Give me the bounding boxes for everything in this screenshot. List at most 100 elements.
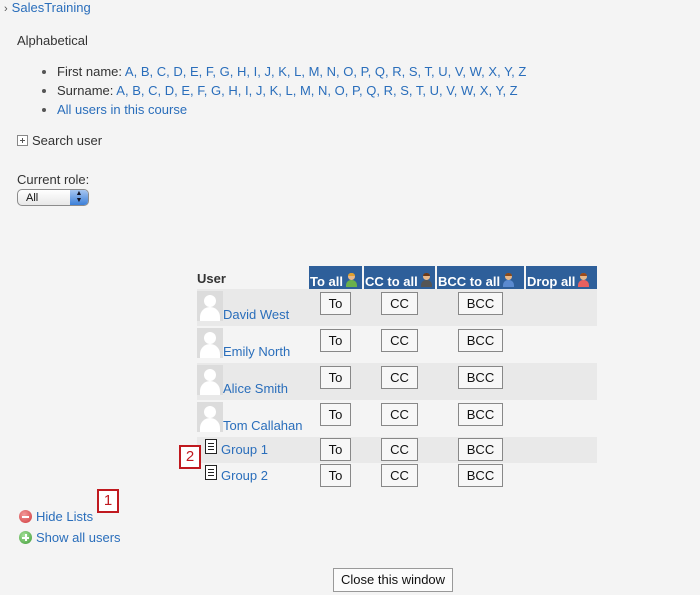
- first-name-letter-x[interactable]: X: [488, 64, 497, 79]
- surname-letter-n[interactable]: N: [318, 83, 327, 98]
- letter-separator: ,: [133, 64, 141, 79]
- bcc-button[interactable]: BCC: [457, 438, 504, 461]
- to-button[interactable]: To: [319, 292, 352, 315]
- breadcrumb-link-salestraining[interactable]: SalesTraining: [12, 0, 91, 15]
- first-name-letter-u[interactable]: U: [438, 64, 447, 79]
- letter-separator: ,: [453, 83, 461, 98]
- first-name-letter-r[interactable]: R: [392, 64, 401, 79]
- letter-separator: ,: [182, 64, 190, 79]
- user-name-link[interactable]: Alice Smith: [223, 381, 288, 396]
- first-name-letter-q[interactable]: Q: [375, 64, 385, 79]
- first-name-letter-c[interactable]: C: [157, 64, 166, 79]
- letter-separator: ,: [462, 64, 470, 79]
- bcc-button[interactable]: BCC: [457, 366, 504, 389]
- surname-letter-u[interactable]: U: [430, 83, 439, 98]
- bcc-button[interactable]: BCC: [457, 403, 504, 426]
- person-red-icon: [577, 273, 590, 287]
- minus-circle-icon[interactable]: [19, 510, 32, 523]
- avatar: [197, 291, 223, 321]
- surname-letter-k[interactable]: K: [270, 83, 279, 98]
- surname-letter-q[interactable]: Q: [366, 83, 376, 98]
- to-button[interactable]: To: [319, 366, 352, 389]
- first-name-letter-h[interactable]: H: [237, 64, 246, 79]
- first-name-letter-d[interactable]: D: [173, 64, 182, 79]
- surname-letter-v[interactable]: V: [446, 83, 453, 98]
- surname-letter-l[interactable]: L: [285, 83, 292, 98]
- bcc-to-all-header[interactable]: BCC to all: [435, 266, 525, 289]
- to-button[interactable]: To: [319, 403, 352, 426]
- plus-circle-icon[interactable]: [19, 531, 32, 544]
- surname-letter-m[interactable]: M: [300, 83, 311, 98]
- surname-letter-r[interactable]: R: [384, 83, 393, 98]
- surname-letter-e[interactable]: E: [181, 83, 190, 98]
- first-name-letter-o[interactable]: O: [343, 64, 353, 79]
- first-name-letter-z[interactable]: Z: [518, 64, 526, 79]
- first-name-letter-b[interactable]: B: [141, 64, 150, 79]
- cc-button[interactable]: CC: [381, 403, 418, 426]
- drop-all-header[interactable]: Drop all: [524, 266, 597, 289]
- first-name-label: First name:: [57, 64, 123, 79]
- surname-letter-a[interactable]: A: [116, 83, 125, 98]
- user-name-link[interactable]: Tom Callahan: [223, 418, 303, 433]
- surname-letter-h[interactable]: H: [228, 83, 237, 98]
- surname-letter-z[interactable]: Z: [510, 83, 518, 98]
- all-users-item: All users in this course: [57, 100, 526, 119]
- table-row: Alice Smith To CC BCC: [197, 363, 597, 400]
- cc-to-all-header[interactable]: CC to all: [362, 266, 436, 289]
- surname-letter-o[interactable]: O: [335, 83, 345, 98]
- cc-button[interactable]: CC: [381, 464, 418, 487]
- first-name-letter-g[interactable]: G: [220, 64, 230, 79]
- first-name-letter-n[interactable]: N: [327, 64, 336, 79]
- cc-button[interactable]: CC: [381, 438, 418, 461]
- group-name-link[interactable]: Group 1: [221, 442, 268, 457]
- first-name-filter: First name: A, B, C, D, E, F, G, H, I, J…: [57, 62, 526, 81]
- hide-lists-link[interactable]: Hide Lists: [36, 509, 93, 524]
- search-user-toggle[interactable]: Search user: [17, 133, 102, 148]
- surname-letter-p[interactable]: P: [352, 83, 359, 98]
- first-name-letter-k[interactable]: K: [278, 64, 287, 79]
- first-name-letter-m[interactable]: M: [309, 64, 320, 79]
- cc-button[interactable]: CC: [381, 329, 418, 352]
- to-button[interactable]: To: [319, 438, 352, 461]
- bcc-button[interactable]: BCC: [457, 329, 504, 352]
- table-row: Emily North To CC BCC: [197, 326, 597, 363]
- surname-letter-b[interactable]: B: [132, 83, 141, 98]
- first-name-letter-s[interactable]: S: [409, 64, 418, 79]
- surname-letter-w[interactable]: W: [461, 83, 473, 98]
- document-icon: [205, 465, 217, 480]
- current-role-select[interactable]: All ▲ ▼: [17, 189, 89, 206]
- all-users-link[interactable]: All users in this course: [57, 102, 187, 117]
- first-name-letter-w[interactable]: W: [470, 64, 482, 79]
- surname-letter-g[interactable]: G: [211, 83, 221, 98]
- to-button[interactable]: To: [319, 329, 352, 352]
- cc-button[interactable]: CC: [381, 292, 418, 315]
- surname-letter-s[interactable]: S: [400, 83, 409, 98]
- first-name-letter-e[interactable]: E: [190, 64, 199, 79]
- user-name-link[interactable]: David West: [223, 307, 289, 322]
- cc-button[interactable]: CC: [381, 366, 418, 389]
- to-button[interactable]: To: [319, 464, 352, 487]
- bcc-button[interactable]: BCC: [457, 464, 504, 487]
- letter-separator: ,: [502, 83, 510, 98]
- group-name-link[interactable]: Group 2: [221, 468, 268, 483]
- person-gray-icon: [420, 273, 433, 287]
- person-green-icon: [345, 273, 358, 287]
- letter-separator: ,: [367, 64, 375, 79]
- letter-separator: ,: [327, 83, 335, 98]
- letter-separator: ,: [417, 64, 425, 79]
- letter-separator: ,: [447, 64, 455, 79]
- bcc-button[interactable]: BCC: [457, 292, 504, 315]
- first-name-letter-p[interactable]: P: [361, 64, 368, 79]
- close-window-button[interactable]: Close this window: [333, 568, 454, 592]
- to-all-header[interactable]: To all: [307, 266, 363, 289]
- show-all-users-link[interactable]: Show all users: [36, 530, 121, 545]
- first-name-letter-a[interactable]: A: [125, 64, 134, 79]
- search-user-label: Search user: [32, 133, 103, 148]
- user-cell: Alice Smith: [197, 363, 308, 400]
- user-name-link[interactable]: Emily North: [223, 344, 290, 359]
- letter-separator: ,: [408, 83, 416, 98]
- surname-letter-d[interactable]: D: [165, 83, 174, 98]
- table-row: Group 2 To CC BCC: [197, 463, 597, 489]
- letter-separator: ,: [422, 83, 430, 98]
- user-cell: Tom Callahan: [197, 400, 308, 437]
